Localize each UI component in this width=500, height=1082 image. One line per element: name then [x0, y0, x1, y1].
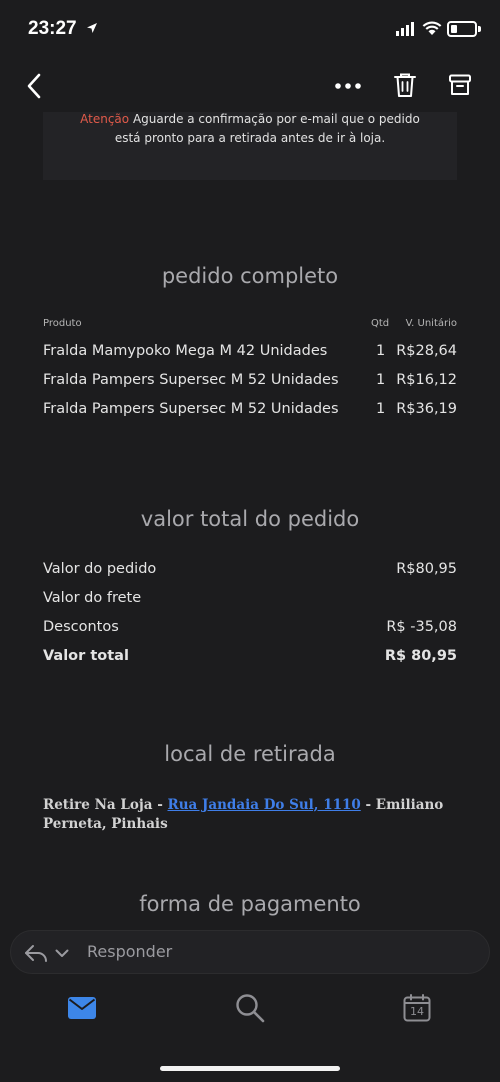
- delete-button[interactable]: [388, 68, 422, 102]
- more-options-button[interactable]: [330, 70, 366, 102]
- calendar-day-label: 14: [410, 1005, 424, 1018]
- totals-label: Valor do pedido: [43, 561, 157, 577]
- totals-section-title: valor total do pedido: [140, 507, 360, 531]
- totals-label: Valor total: [43, 648, 129, 664]
- trash-icon: [394, 73, 416, 97]
- order-item-name: Fralda Mamypoko Mega M 42 Unidades: [43, 343, 328, 359]
- order-item-name: Fralda Pampers Supersec M 52 Unidades: [43, 401, 339, 417]
- notice-line-1: Aguarde a confirmação por e-mail que o p…: [129, 112, 420, 126]
- reply-button[interactable]: [10, 930, 490, 974]
- totals-label: Valor do frete: [43, 590, 142, 606]
- order-item-price: R$36,19: [396, 401, 457, 417]
- status-time: 23:27: [28, 18, 77, 39]
- pickup-prefix: Retire Na Loja -: [43, 797, 168, 813]
- envelope-icon: [68, 997, 96, 1019]
- totals-value: R$80,95: [396, 561, 457, 577]
- tab-mail[interactable]: [62, 990, 102, 1026]
- notice-line-2: está pronto para a retirada antes de ir …: [114, 131, 386, 145]
- status-bar: 23:27: [0, 0, 500, 60]
- more-dots-icon: [335, 83, 361, 89]
- order-item-price: R$16,12: [396, 372, 457, 388]
- tab-calendar[interactable]: 14: [396, 988, 438, 1028]
- email-body[interactable]: Atenção Aguarde a confirmação por e-mail…: [0, 112, 500, 922]
- payment-section-title: forma de pagamento: [139, 892, 361, 916]
- order-item-price: R$28,64: [396, 343, 457, 359]
- order-item-name: Fralda Pampers Supersec M 52 Unidades: [43, 372, 339, 388]
- totals-label: Descontos: [43, 619, 119, 635]
- mail-nav-bar: [0, 60, 500, 112]
- cellular-signal-icon: [396, 22, 414, 36]
- totals-value: R$ -35,08: [386, 619, 457, 635]
- archive-button[interactable]: [443, 68, 477, 102]
- home-indicator: [160, 1066, 340, 1071]
- pickup-address-link[interactable]: Rua Jandaia Do Sul, 1110: [168, 797, 361, 813]
- archive-box-icon: [449, 74, 471, 95]
- tab-search[interactable]: [228, 988, 272, 1028]
- chevron-left-icon: [27, 73, 41, 99]
- totals-value: R$ 80,95: [384, 648, 457, 664]
- column-header-unit-price: V. Unitário: [405, 318, 457, 329]
- pickup-address: Retire Na Loja - Rua Jandaia Do Sul, 111…: [43, 796, 463, 834]
- reply-label: Responder: [87, 942, 173, 961]
- search-icon: [236, 994, 265, 1023]
- column-header-product: Produto: [43, 318, 82, 329]
- order-section-title: pedido completo: [161, 264, 339, 288]
- reply-arrow-icon: [25, 945, 47, 962]
- wifi-icon: [422, 21, 442, 35]
- location-arrow-icon: [87, 23, 97, 33]
- pickup-section-title: local de retirada: [164, 742, 336, 766]
- reply-bar: Responder: [0, 922, 500, 982]
- back-button[interactable]: [18, 70, 50, 102]
- notice-accent: Atenção: [80, 112, 130, 126]
- battery-icon: [447, 21, 481, 37]
- pickup-notice: Atenção Aguarde a confirmação por e-mail…: [43, 112, 457, 180]
- chevron-down-icon: [55, 949, 69, 957]
